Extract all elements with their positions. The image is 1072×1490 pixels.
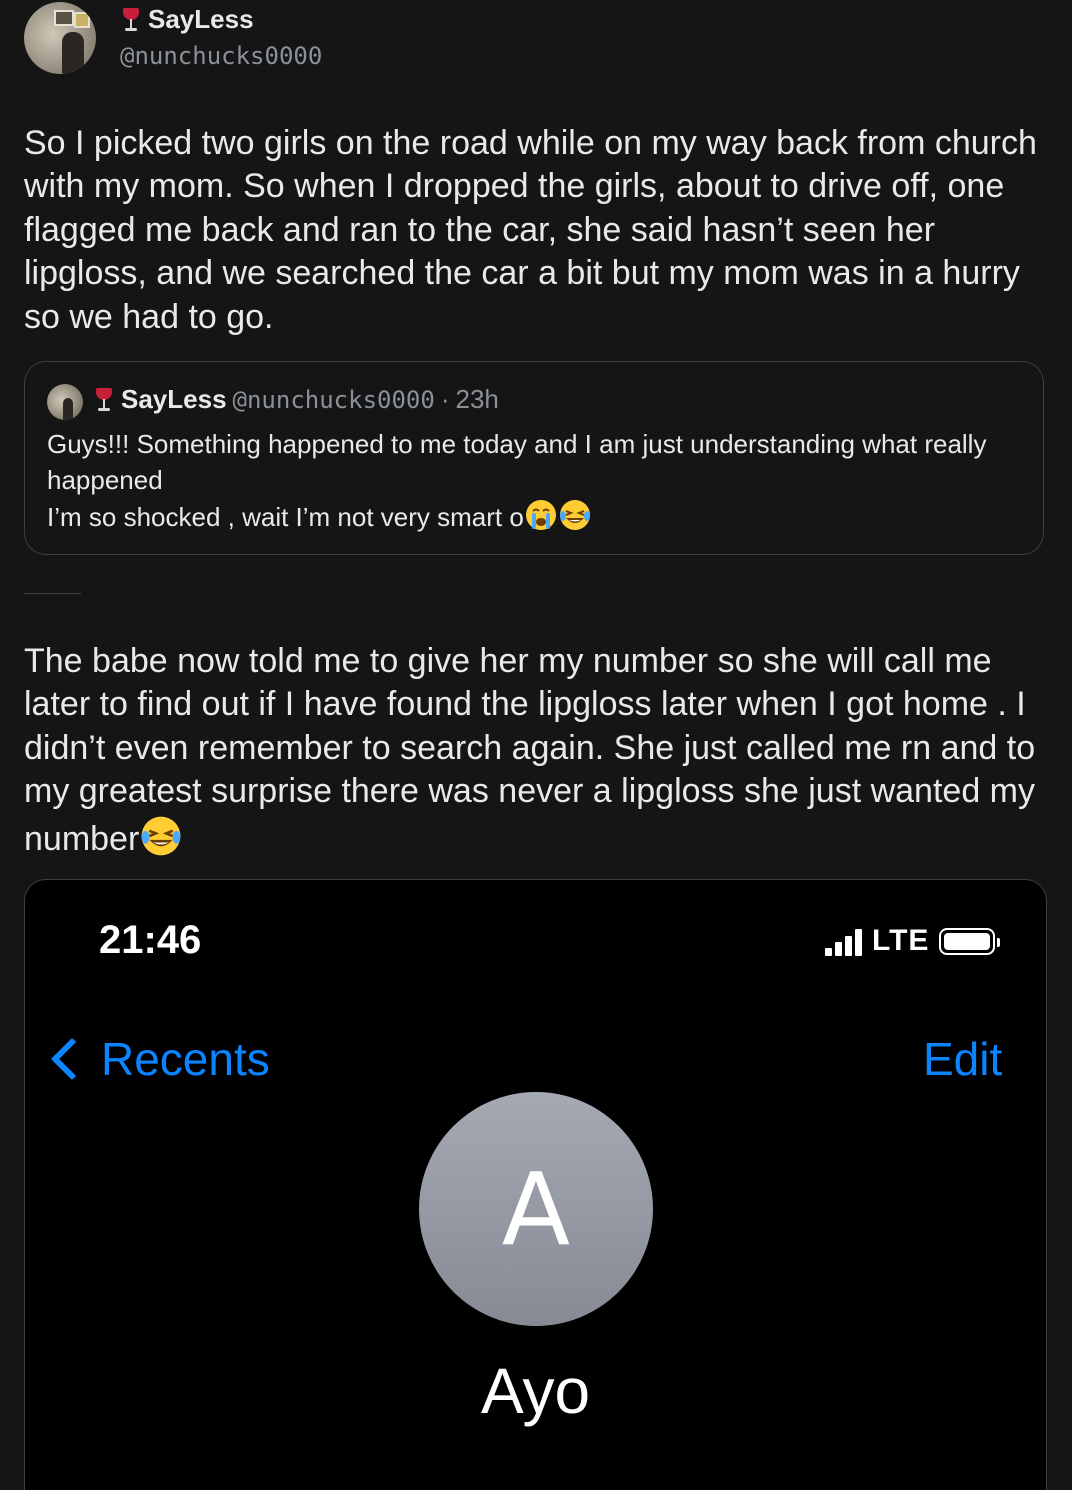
contact-avatar: A (419, 1092, 653, 1326)
quoted-tweet-header: SayLess @nunchucks0000 · 23h (93, 384, 499, 415)
quoted-author-name: SayLess (121, 384, 227, 414)
quoted-tweet[interactable]: SayLess @nunchucks0000 · 23h Guys!!! Som… (24, 361, 1044, 555)
author-avatar[interactable] (24, 2, 96, 74)
back-recents-button[interactable]: Recents (47, 1032, 270, 1086)
author-handle[interactable]: @nunchucks0000 (120, 42, 322, 70)
tweet-text-part2: The babe now told me to give her my numb… (24, 640, 1054, 861)
quoted-text-line1: Guys!!! Something happened to me today a… (47, 429, 994, 495)
battery-icon (939, 927, 1001, 955)
thread-divider (24, 593, 81, 594)
tweet-text-part1: So I picked two girls on the road while … (24, 124, 1047, 336)
chevron-left-icon (50, 1037, 94, 1081)
quoted-timestamp: 23h (455, 384, 499, 414)
wine-glass-icon (120, 6, 142, 34)
phone-status-bar: LTE (825, 924, 1001, 958)
contact-name: Ayo (480, 1355, 591, 1427)
back-label: Recents (101, 1033, 270, 1085)
phone-status-time: 21:46 (99, 918, 202, 962)
wine-glass-icon (93, 386, 115, 414)
quoted-separator: · (440, 384, 450, 414)
tweet-page: SayLess @nunchucks0000 So I picked two g… (0, 0, 1072, 1490)
contact-initial: A (501, 1150, 571, 1268)
author-name[interactable]: SayLess (148, 4, 254, 35)
tears-of-joy-icon (141, 816, 181, 856)
quoted-tweet-text: Guys!!! Something happened to me today a… (47, 426, 1017, 535)
signal-bars-icon (825, 926, 862, 956)
network-label: LTE (872, 924, 930, 957)
crying-face-icon (525, 500, 556, 530)
quoted-text-line2: I’m so shocked , wait I’m not very smart… (47, 502, 524, 532)
quoted-author-handle: @nunchucks0000 (232, 385, 435, 414)
attached-phone-screenshot[interactable]: 21:46 LTE Recents Edit A Ayo (24, 879, 1047, 1490)
quoted-author-avatar (47, 384, 83, 420)
edit-button[interactable]: Edit (923, 1032, 1002, 1086)
author-name-row[interactable]: SayLess (120, 4, 254, 35)
tears-of-joy-icon (559, 500, 590, 530)
